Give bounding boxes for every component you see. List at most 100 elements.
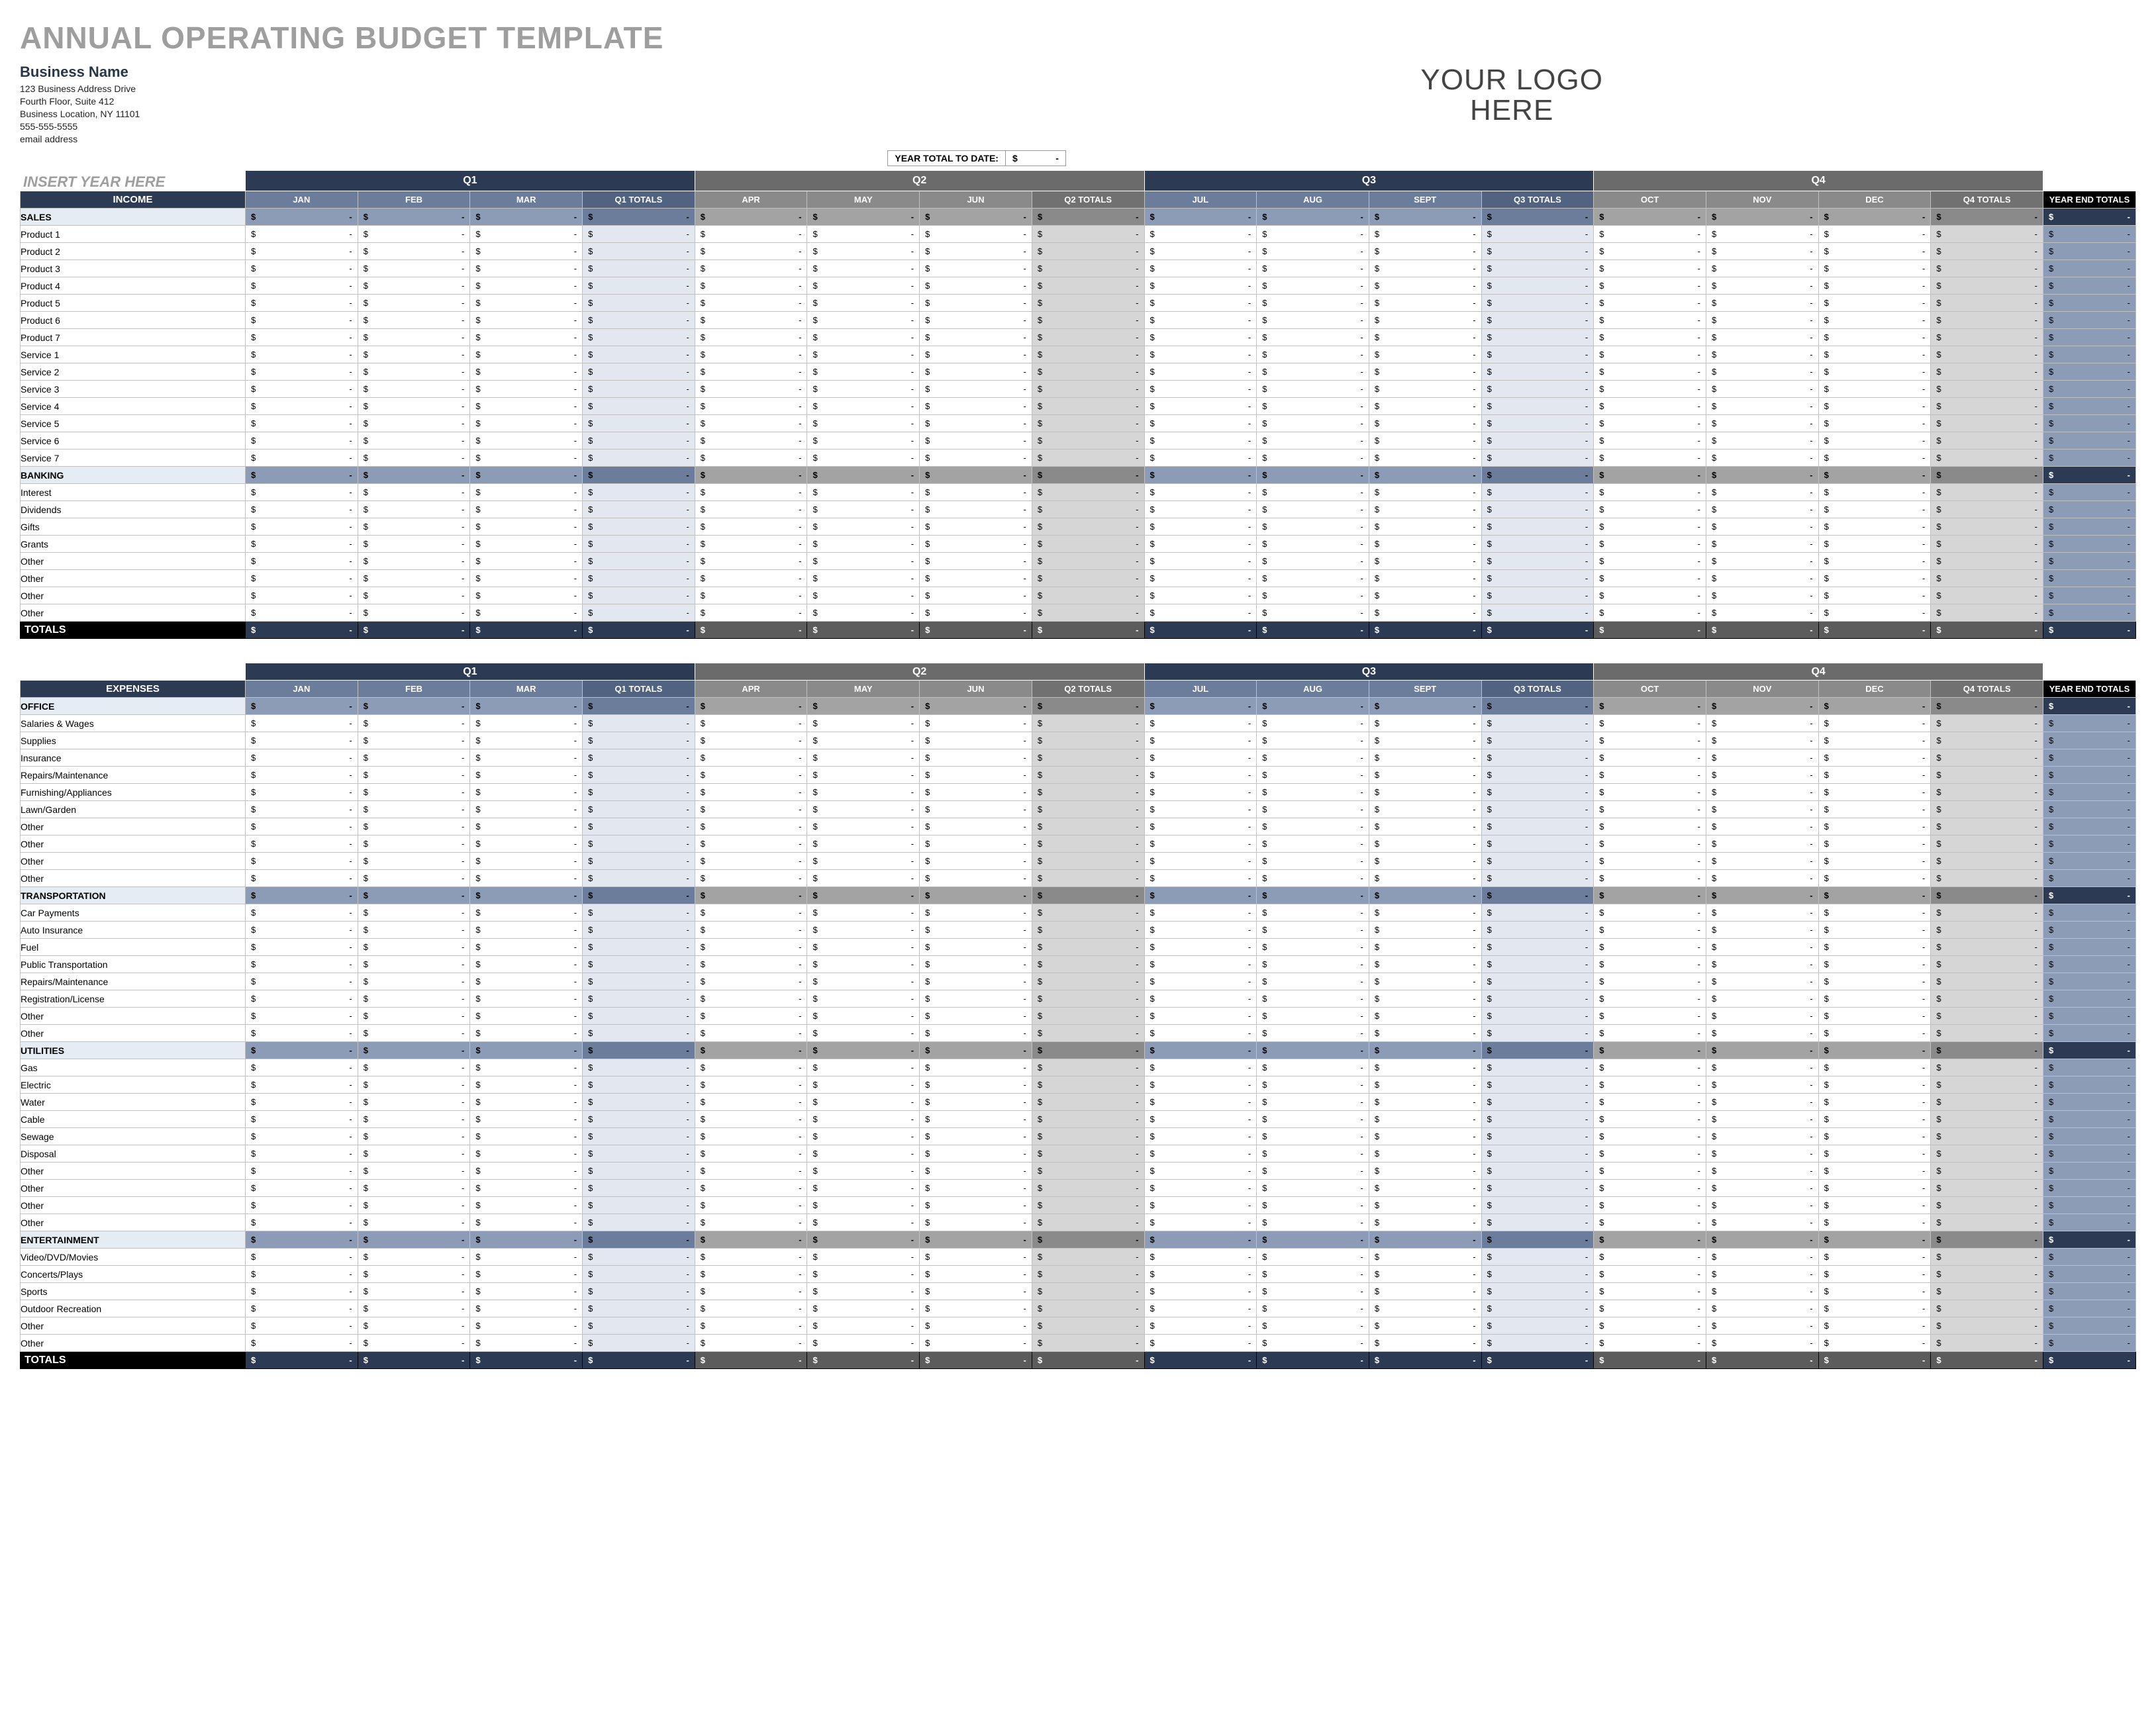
amount-cell[interactable]: $- bbox=[1257, 715, 1369, 732]
amount-cell[interactable]: $- bbox=[1818, 956, 1931, 973]
amount-cell[interactable]: $- bbox=[1818, 818, 1931, 835]
amount-cell[interactable]: $- bbox=[1369, 732, 1481, 749]
amount-cell[interactable]: $- bbox=[1144, 767, 1257, 784]
amount-cell[interactable]: $- bbox=[358, 501, 470, 518]
amount-cell[interactable]: $- bbox=[246, 1059, 358, 1076]
amount-cell[interactable]: $- bbox=[695, 1335, 807, 1352]
amount-cell[interactable]: $- bbox=[246, 312, 358, 329]
amount-cell[interactable]: $- bbox=[358, 1145, 470, 1163]
amount-cell[interactable]: $- bbox=[1818, 973, 1931, 990]
amount-cell[interactable]: $- bbox=[807, 518, 920, 536]
amount-cell[interactable]: $- bbox=[1818, 1335, 1931, 1352]
amount-cell[interactable]: $- bbox=[807, 1094, 920, 1111]
amount-cell[interactable]: $- bbox=[470, 295, 583, 312]
amount-cell[interactable]: $- bbox=[1706, 784, 1818, 801]
amount-cell[interactable]: $- bbox=[807, 870, 920, 887]
amount-cell[interactable]: $- bbox=[1706, 484, 1818, 501]
amount-cell[interactable]: $- bbox=[1144, 536, 1257, 553]
amount-cell[interactable]: $- bbox=[358, 990, 470, 1008]
amount-cell[interactable]: $- bbox=[1818, 749, 1931, 767]
amount-cell[interactable]: $- bbox=[246, 1300, 358, 1317]
amount-cell[interactable]: $- bbox=[1706, 767, 1818, 784]
amount-cell[interactable]: $- bbox=[920, 501, 1032, 518]
amount-cell[interactable]: $- bbox=[1706, 939, 1818, 956]
amount-cell[interactable]: $- bbox=[470, 973, 583, 990]
amount-cell[interactable]: $- bbox=[920, 1059, 1032, 1076]
amount-cell[interactable]: $- bbox=[1257, 1008, 1369, 1025]
amount-cell[interactable]: $- bbox=[1818, 536, 1931, 553]
amount-cell[interactable]: $- bbox=[1818, 1317, 1931, 1335]
amount-cell[interactable]: $- bbox=[1818, 604, 1931, 622]
amount-cell[interactable]: $- bbox=[358, 853, 470, 870]
amount-cell[interactable]: $- bbox=[1818, 243, 1931, 260]
amount-cell[interactable]: $- bbox=[1818, 922, 1931, 939]
amount-cell[interactable]: $- bbox=[1257, 1025, 1369, 1042]
amount-cell[interactable]: $- bbox=[1144, 295, 1257, 312]
year-placeholder[interactable]: INSERT YEAR HERE bbox=[21, 171, 245, 191]
amount-cell[interactable]: $- bbox=[470, 570, 583, 587]
amount-cell[interactable]: $- bbox=[1144, 1094, 1257, 1111]
amount-cell[interactable]: $- bbox=[1257, 1076, 1369, 1094]
amount-cell[interactable]: $- bbox=[470, 1249, 583, 1266]
amount-cell[interactable]: $- bbox=[920, 749, 1032, 767]
amount-cell[interactable]: $- bbox=[807, 587, 920, 604]
amount-cell[interactable]: $- bbox=[920, 870, 1032, 887]
amount-cell[interactable]: $- bbox=[1369, 587, 1481, 604]
amount-cell[interactable]: $- bbox=[1594, 870, 1706, 887]
amount-cell[interactable]: $- bbox=[920, 1335, 1032, 1352]
amount-cell[interactable]: $- bbox=[695, 1197, 807, 1214]
amount-cell[interactable]: $- bbox=[1257, 518, 1369, 536]
amount-cell[interactable]: $- bbox=[1257, 1111, 1369, 1128]
amount-cell[interactable]: $- bbox=[358, 587, 470, 604]
amount-cell[interactable]: $- bbox=[1257, 243, 1369, 260]
amount-cell[interactable]: $- bbox=[358, 363, 470, 381]
amount-cell[interactable]: $- bbox=[1257, 1145, 1369, 1163]
amount-cell[interactable]: $- bbox=[807, 835, 920, 853]
amount-cell[interactable]: $- bbox=[1818, 484, 1931, 501]
amount-cell[interactable]: $- bbox=[470, 1076, 583, 1094]
amount-cell[interactable]: $- bbox=[807, 784, 920, 801]
amount-cell[interactable]: $- bbox=[695, 818, 807, 835]
amount-cell[interactable]: $- bbox=[1594, 1180, 1706, 1197]
amount-cell[interactable]: $- bbox=[807, 1266, 920, 1283]
amount-cell[interactable]: $- bbox=[1144, 904, 1257, 922]
amount-cell[interactable]: $- bbox=[1818, 853, 1931, 870]
amount-cell[interactable]: $- bbox=[807, 1300, 920, 1317]
amount-cell[interactable]: $- bbox=[1257, 381, 1369, 398]
amount-cell[interactable]: $- bbox=[1257, 553, 1369, 570]
amount-cell[interactable]: $- bbox=[246, 260, 358, 277]
amount-cell[interactable]: $- bbox=[246, 767, 358, 784]
amount-cell[interactable]: $- bbox=[807, 570, 920, 587]
amount-cell[interactable]: $- bbox=[1818, 398, 1931, 415]
amount-cell[interactable]: $- bbox=[358, 226, 470, 243]
amount-cell[interactable]: $- bbox=[1706, 1076, 1818, 1094]
amount-cell[interactable]: $- bbox=[1369, 501, 1481, 518]
amount-cell[interactable]: $- bbox=[695, 1145, 807, 1163]
amount-cell[interactable]: $- bbox=[695, 260, 807, 277]
amount-cell[interactable]: $- bbox=[1257, 801, 1369, 818]
amount-cell[interactable]: $- bbox=[695, 784, 807, 801]
amount-cell[interactable]: $- bbox=[920, 732, 1032, 749]
amount-cell[interactable]: $- bbox=[1257, 484, 1369, 501]
amount-cell[interactable]: $- bbox=[920, 801, 1032, 818]
amount-cell[interactable]: $- bbox=[470, 818, 583, 835]
amount-cell[interactable]: $- bbox=[1144, 973, 1257, 990]
amount-cell[interactable]: $- bbox=[695, 536, 807, 553]
amount-cell[interactable]: $- bbox=[1144, 553, 1257, 570]
amount-cell[interactable]: $- bbox=[1257, 604, 1369, 622]
amount-cell[interactable]: $- bbox=[246, 484, 358, 501]
amount-cell[interactable]: $- bbox=[1594, 1128, 1706, 1145]
amount-cell[interactable]: $- bbox=[695, 501, 807, 518]
amount-cell[interactable]: $- bbox=[695, 904, 807, 922]
amount-cell[interactable]: $- bbox=[1144, 1128, 1257, 1145]
amount-cell[interactable]: $- bbox=[1594, 381, 1706, 398]
amount-cell[interactable]: $- bbox=[1594, 939, 1706, 956]
amount-cell[interactable]: $- bbox=[695, 1076, 807, 1094]
amount-cell[interactable]: $- bbox=[695, 715, 807, 732]
amount-cell[interactable]: $- bbox=[1144, 835, 1257, 853]
amount-cell[interactable]: $- bbox=[470, 1094, 583, 1111]
amount-cell[interactable]: $- bbox=[807, 1059, 920, 1076]
amount-cell[interactable]: $- bbox=[695, 1059, 807, 1076]
amount-cell[interactable]: $- bbox=[807, 501, 920, 518]
amount-cell[interactable]: $- bbox=[1257, 501, 1369, 518]
